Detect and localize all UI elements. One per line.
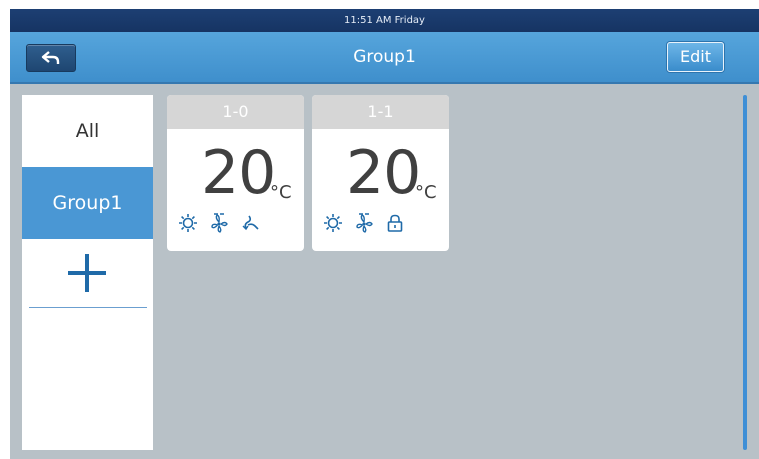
unit-card-1-0[interactable]: 1-0 20 °C	[167, 95, 304, 251]
edit-button[interactable]: Edit	[667, 42, 724, 72]
swing-icon	[242, 215, 259, 231]
group-sidebar: All Group1	[22, 95, 153, 450]
status-bar: 11:51 AM Friday	[10, 9, 759, 32]
add-group-button[interactable]	[22, 239, 153, 307]
unit-name: 1-1	[312, 95, 449, 129]
back-arrow-icon	[41, 51, 60, 64]
sun-icon	[179, 214, 197, 232]
sidebar-item-all[interactable]: All	[22, 95, 153, 167]
sun-icon	[324, 214, 342, 232]
temperature-unit: °C	[270, 182, 292, 203]
sidebar-divider	[29, 307, 147, 308]
fan-icon	[211, 213, 228, 233]
lock-icon	[387, 214, 403, 232]
unit-card-1-1[interactable]: 1-1 20 °C	[312, 95, 449, 251]
temperature-unit: °C	[415, 182, 437, 203]
back-button[interactable]	[26, 44, 76, 72]
scrollbar[interactable]	[743, 95, 747, 450]
fan-icon	[356, 213, 373, 233]
page-title: Group1	[353, 47, 416, 67]
header-bar: Group1 Edit	[10, 32, 759, 84]
mode-icons	[178, 213, 266, 233]
temperature-value: 20	[201, 138, 276, 208]
unit-name: 1-0	[167, 95, 304, 129]
app-window: 11:51 AM Friday Group1 Edit All Group1 1…	[10, 9, 759, 459]
temperature-value: 20	[346, 138, 421, 208]
mode-icons	[323, 213, 411, 233]
status-time: 11:51 AM Friday	[344, 15, 425, 26]
sidebar-item-group1[interactable]: Group1	[22, 167, 153, 239]
